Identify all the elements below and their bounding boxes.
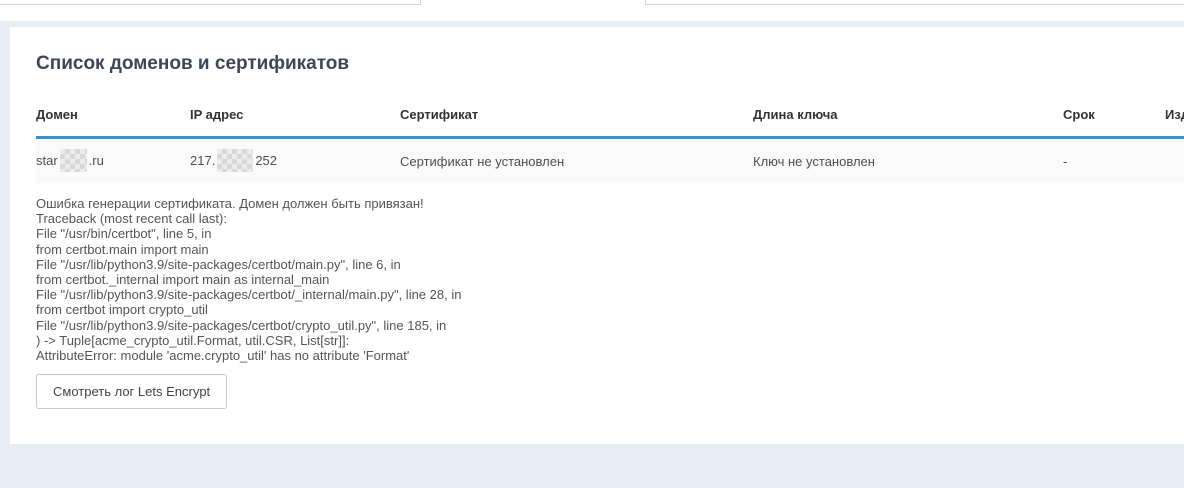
col-header-ip: IP адрес: [190, 97, 400, 138]
col-header-issuer: Издатель: [1165, 97, 1184, 138]
table-header-row: Домен IP адрес Сертификат Длина ключа Ср…: [36, 97, 1184, 138]
cell-key-length: Ключ не установлен: [753, 138, 1063, 184]
tab-active[interactable]: [421, 0, 645, 5]
cell-domain: star .ru: [36, 138, 190, 184]
error-line: Traceback (most recent call last):: [36, 211, 1184, 226]
error-line: ) -> Tuple[acme_crypto_util.Format, util…: [36, 333, 1184, 348]
cell-issuer: [1165, 138, 1184, 184]
tab-next[interactable]: [645, 0, 1184, 5]
cell-term: -: [1063, 138, 1165, 184]
col-header-certificate: Сертификат: [400, 97, 753, 138]
col-header-term: Срок: [1063, 97, 1165, 138]
cell-ip: 217. 252: [190, 138, 400, 184]
tab-bar: [0, 0, 1184, 21]
table-row[interactable]: star .ru 217. 252 Сертификат не установлен…: [36, 138, 1184, 184]
content-card: Список доменов и сертификатов Домен IP а…: [10, 27, 1184, 444]
col-header-domain: Домен: [36, 97, 190, 138]
page-title: Список доменов и сертификатов: [36, 53, 1184, 75]
ip-suffix: 252: [255, 152, 277, 167]
redacted-domain-segment: [60, 149, 87, 172]
view-letsencrypt-log-button[interactable]: Смотреть лог Lets Encrypt: [36, 374, 227, 409]
error-message-block: Ошибка генерации сертификата. Домен долж…: [36, 196, 1184, 363]
app-window: Список доменов и сертификатов Домен IP а…: [0, 0, 1184, 488]
redacted-ip-segment: [217, 149, 253, 172]
error-line: File "/usr/lib/python3.9/site-packages/c…: [36, 257, 1184, 272]
domains-table: Домен IP адрес Сертификат Длина ключа Ср…: [36, 97, 1184, 183]
tab-previous[interactable]: [0, 0, 421, 5]
error-line: Ошибка генерации сертификата. Домен долж…: [36, 196, 1184, 211]
error-line: File "/usr/lib/python3.9/site-packages/c…: [36, 318, 1184, 333]
error-line: from certbot._internal import main as in…: [36, 272, 1184, 287]
error-line: from certbot.main import main: [36, 242, 1184, 257]
error-line: from certbot import crypto_util: [36, 302, 1184, 317]
error-line: File "/usr/bin/certbot", line 5, in: [36, 226, 1184, 241]
cell-certificate: Сертификат не установлен: [400, 138, 753, 184]
domain-suffix: .ru: [89, 152, 104, 167]
domain-prefix: star: [36, 152, 58, 167]
error-line: AttributeError: module 'acme.crypto_util…: [36, 348, 1184, 363]
error-line: File "/usr/lib/python3.9/site-packages/c…: [36, 287, 1184, 302]
col-header-key-length: Длина ключа: [753, 97, 1063, 138]
ip-prefix: 217.: [190, 152, 215, 167]
